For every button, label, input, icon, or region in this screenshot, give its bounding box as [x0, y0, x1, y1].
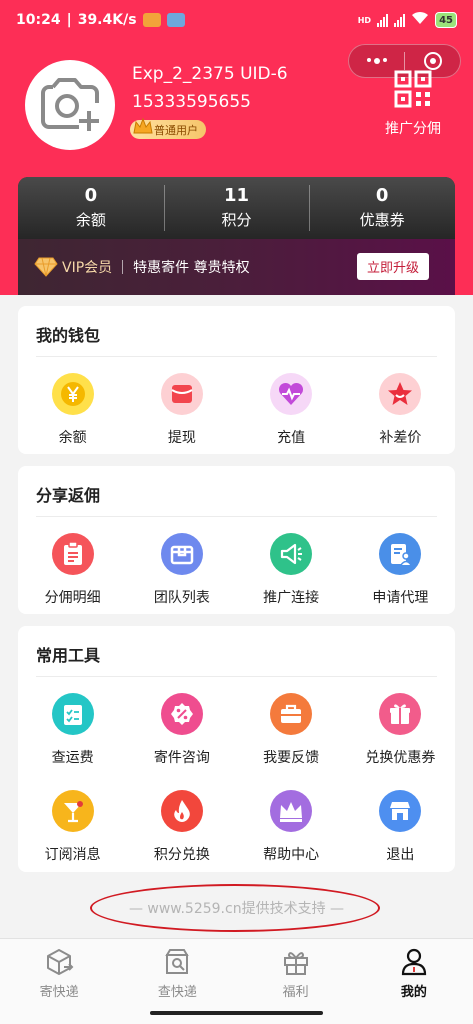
parcel-send-icon	[47, 949, 74, 975]
tab-send-express[interactable]: 寄快递	[0, 939, 118, 1004]
grid-item-commission-detail[interactable]: 分佣明细	[18, 533, 127, 607]
grid-item-subscribe[interactable]: 订阅消息	[18, 790, 127, 864]
gift-outline-icon	[283, 952, 308, 975]
member-level-badge: 普通用户	[130, 117, 206, 139]
grid-item-promo-link[interactable]: 推广连接	[237, 533, 346, 607]
stat-label: 余额	[75, 211, 106, 229]
stat-value: 0	[375, 185, 389, 206]
shop-icon	[379, 790, 422, 832]
user-name: Exp_2_2375 UID-6	[132, 64, 288, 84]
grid-item-shipping-consult[interactable]: 寄件咨询	[127, 693, 236, 767]
grid-item-recharge[interactable]: 充值	[237, 373, 346, 447]
signal-icon	[377, 13, 389, 27]
annotation-oval	[90, 884, 380, 932]
parcel-search-icon	[165, 949, 190, 974]
grid-item-shipping-fee[interactable]: 查运费	[18, 693, 127, 767]
home-indicator	[0, 1004, 473, 1024]
share-card: 分享返佣 分佣明细 团队列表 推广连接 申请代理	[18, 466, 455, 614]
heart-pulse-icon	[270, 373, 313, 415]
megaphone-icon	[270, 533, 313, 575]
crown-icon	[270, 790, 313, 832]
card-title: 常用工具	[36, 646, 101, 665]
network-hd-label: HD	[357, 15, 372, 25]
promo-label: 推广分佣	[385, 121, 441, 137]
grid-item-apply-agent[interactable]: 申请代理	[346, 533, 455, 607]
close-miniprogram-button[interactable]	[405, 52, 460, 70]
grid-item-feedback[interactable]: 我要反馈	[237, 693, 346, 767]
grid-item-balance[interactable]: 余额	[18, 373, 127, 447]
target-icon	[423, 52, 442, 70]
document-person-icon	[379, 533, 422, 575]
more-menu-button[interactable]	[349, 58, 404, 64]
card-title: 分享返佣	[36, 486, 101, 505]
yen-coin-icon	[51, 373, 94, 415]
percent-tag-icon	[160, 693, 203, 735]
grid-item-team-list[interactable]: 团队列表	[127, 533, 236, 607]
gift-icon	[379, 693, 422, 735]
stat-balance[interactable]: 0 余额	[18, 177, 164, 239]
grid-item-price-difference[interactable]: 补差价	[346, 373, 455, 447]
flame-icon	[160, 790, 203, 832]
promo-commission-button[interactable]: 推广分佣	[383, 70, 443, 138]
checklist-icon	[51, 693, 94, 735]
status-bar: 10:24 | 39.4K/s HD 45	[0, 0, 473, 40]
tab-mine[interactable]: 我的	[355, 939, 473, 1004]
wallet-card: 我的钱包 余额 提现 充值 补差价	[18, 306, 455, 454]
grid-item-points-exchange[interactable]: 积分兑换	[127, 790, 236, 864]
grid-item-withdraw[interactable]: 提现	[127, 373, 236, 447]
status-speed: 39.4K/s	[77, 12, 137, 28]
grid-item-logout[interactable]: 退出	[346, 790, 455, 864]
vip-description: 特惠寄件 尊贵特权	[133, 260, 250, 276]
app-notification-icon	[142, 13, 161, 27]
add-photo-icon	[41, 78, 99, 131]
clipboard-icon	[51, 533, 94, 575]
card-title: 我的钱包	[36, 326, 101, 345]
account-stats-card: 0 余额 11 积分 0 优惠券 VIP会员 特惠寄件 尊贵特权 立即升级	[18, 177, 455, 295]
stat-value: 11	[223, 185, 250, 206]
avatar[interactable]	[25, 60, 115, 150]
box-icon	[160, 533, 203, 575]
tab-track-express[interactable]: 查快递	[118, 939, 236, 1004]
star-face-icon	[379, 373, 422, 415]
tab-welfare[interactable]: 福利	[237, 939, 355, 1004]
person-icon	[401, 948, 426, 976]
diamond-icon	[34, 257, 58, 277]
stat-points[interactable]: 11 积分	[163, 177, 310, 239]
tools-card: 常用工具 查运费 寄件咨询 我要反馈 兑换优惠券 订阅消息 积分兑换 帮助中心 …	[18, 626, 455, 872]
qr-code-icon	[394, 70, 432, 108]
vip-banner: VIP会员 特惠寄件 尊贵特权 立即升级	[18, 239, 455, 295]
briefcase-icon	[270, 693, 313, 735]
user-phone: 15333595655	[132, 92, 251, 112]
cocktail-icon	[51, 790, 94, 832]
red-envelope-icon	[160, 373, 203, 415]
status-time: 10:24	[16, 12, 61, 28]
wifi-icon	[411, 11, 429, 29]
grid-item-help-center[interactable]: 帮助中心	[237, 790, 346, 864]
crown-badge-icon	[133, 117, 153, 134]
upgrade-button[interactable]: 立即升级	[356, 253, 429, 280]
app-notification-icon-2	[166, 13, 185, 27]
stat-value: 0	[84, 185, 98, 206]
stat-label: 优惠券	[359, 211, 405, 229]
battery-icon: 45	[435, 12, 457, 28]
bottom-tab-bar: 寄快递 查快递 福利 我的	[0, 938, 473, 1004]
signal-icon-2	[394, 13, 406, 27]
stat-coupons[interactable]: 0 优惠券	[309, 177, 455, 239]
grid-item-redeem-coupon[interactable]: 兑换优惠券	[346, 693, 455, 767]
vip-label: VIP会员	[62, 260, 113, 276]
stat-label: 积分	[221, 211, 252, 229]
